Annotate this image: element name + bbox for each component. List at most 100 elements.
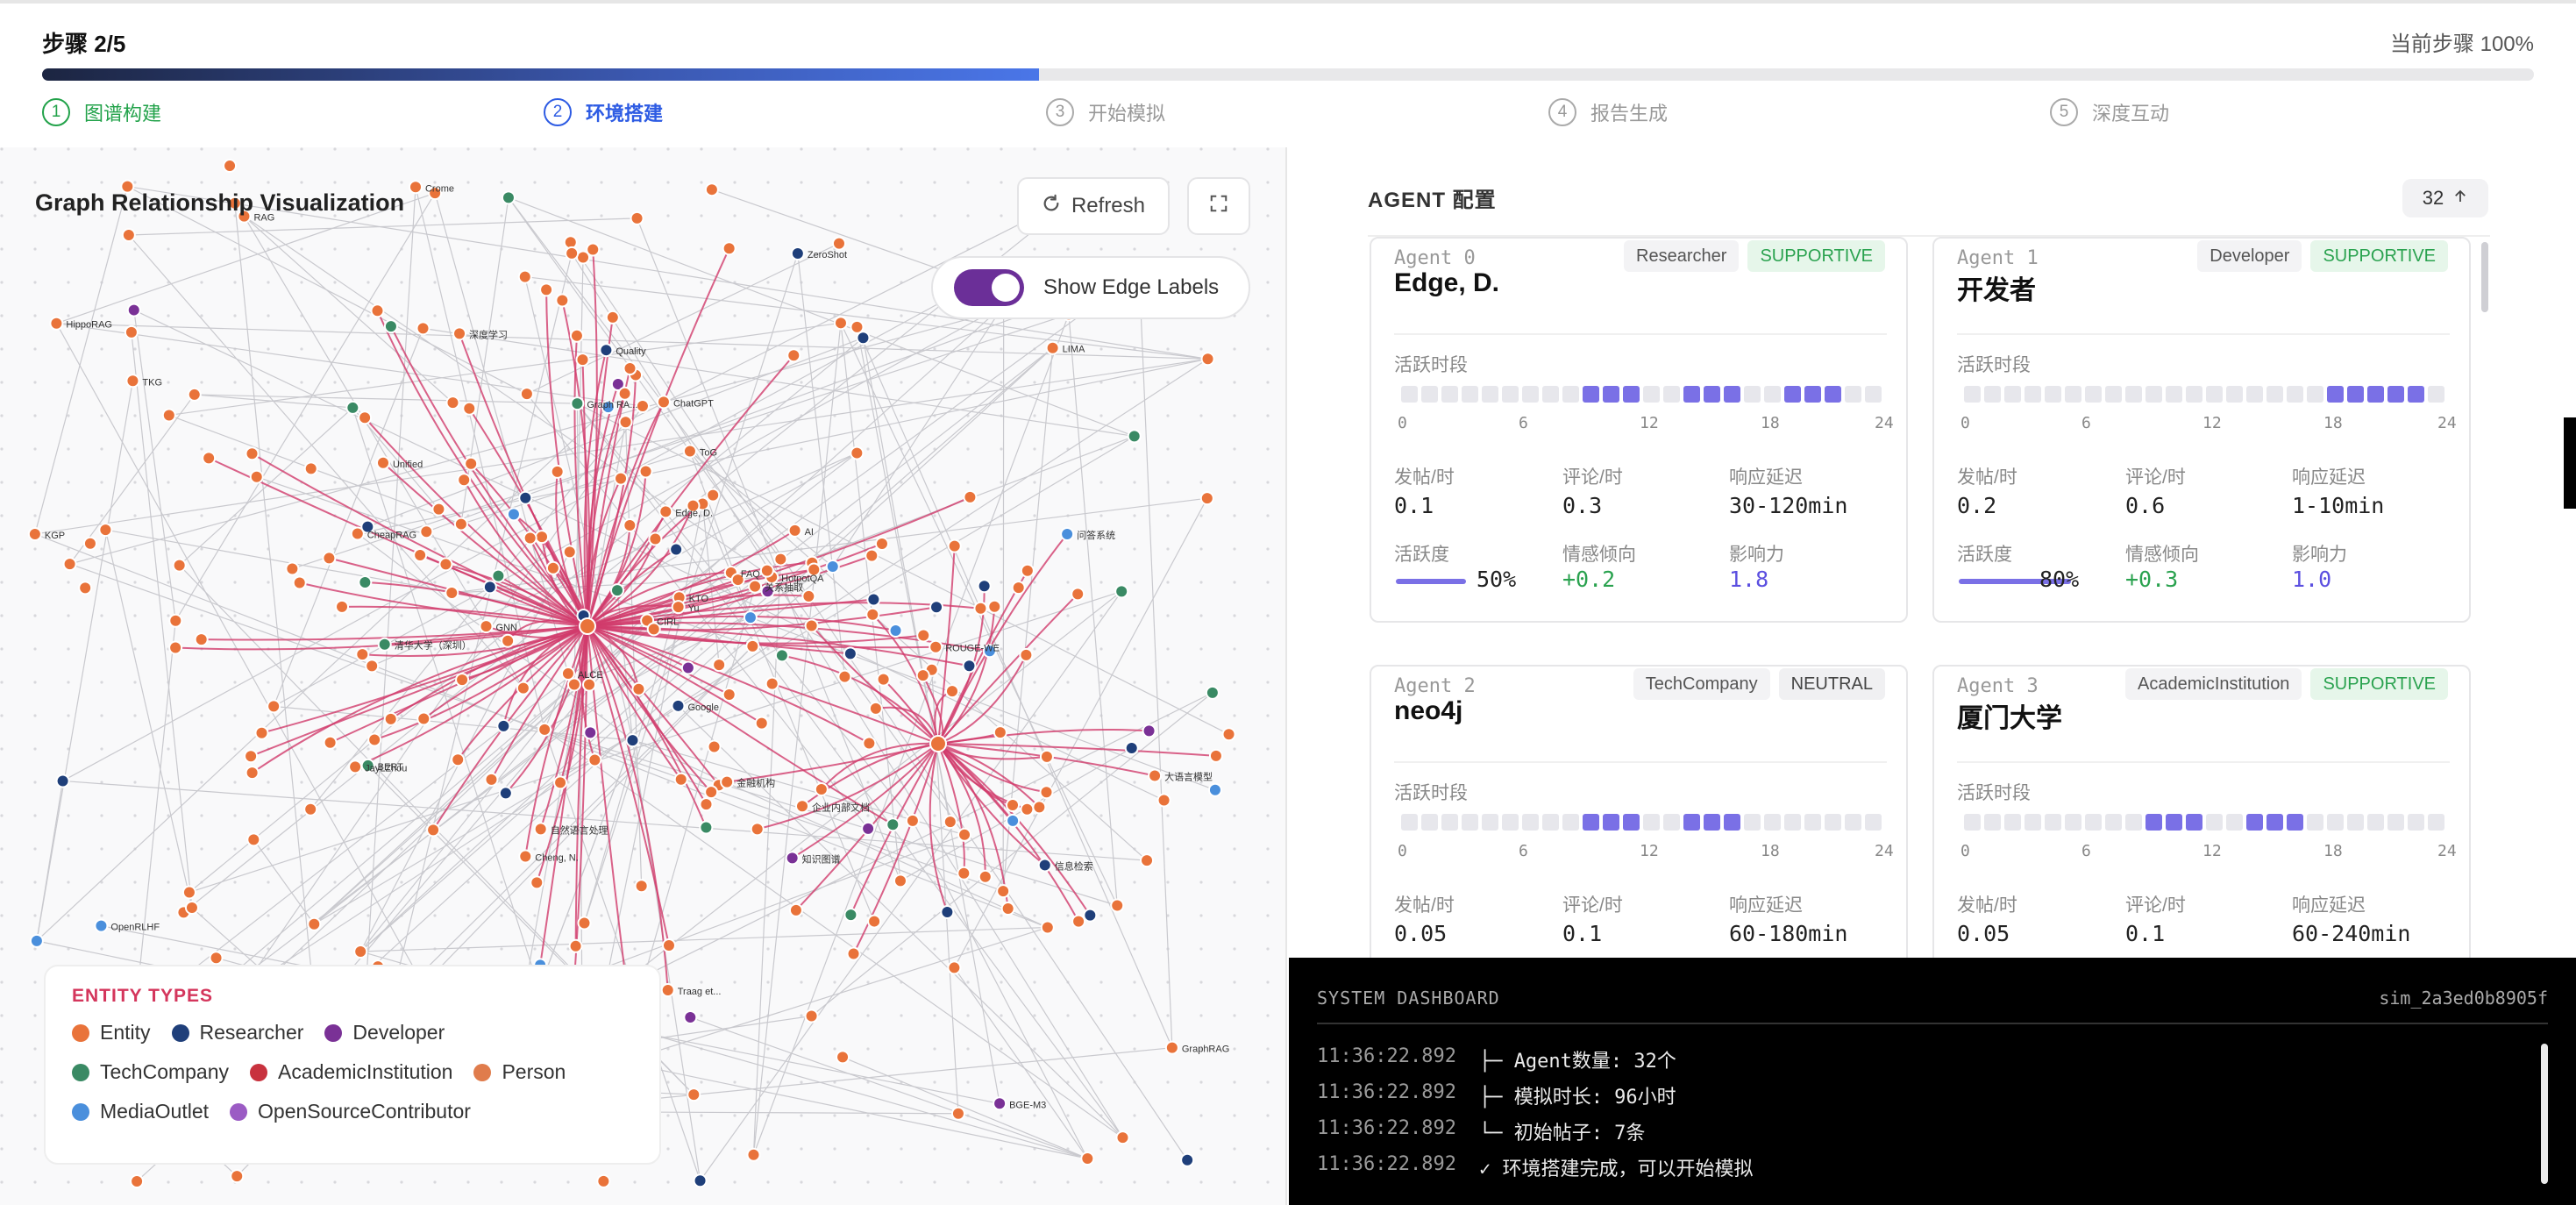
graph-node[interactable] xyxy=(560,667,575,681)
graph-node[interactable] xyxy=(519,387,534,402)
refresh-button[interactable]: Refresh xyxy=(1017,177,1170,235)
graph-node[interactable] xyxy=(596,1173,611,1188)
graph-node[interactable] xyxy=(605,310,620,324)
graph-node[interactable] xyxy=(482,580,497,595)
graph-node[interactable] xyxy=(535,530,550,545)
graph-node[interactable] xyxy=(555,293,570,308)
graph-node[interactable] xyxy=(874,536,889,551)
graph-node[interactable] xyxy=(754,716,769,731)
graph-node[interactable] xyxy=(365,659,380,674)
graph-node[interactable] xyxy=(1006,798,1021,813)
graph-node[interactable] xyxy=(455,673,470,688)
graph-node[interactable] xyxy=(957,827,972,842)
graph-node[interactable] xyxy=(786,348,801,363)
graph-node[interactable] xyxy=(445,396,460,410)
graph-node[interactable] xyxy=(929,639,943,654)
graph-node[interactable] xyxy=(587,752,602,767)
graph-node[interactable] xyxy=(743,610,758,625)
step-start-simulation[interactable]: 3 开始模拟 xyxy=(1046,98,1165,126)
graph-node[interactable] xyxy=(479,619,494,634)
graph-node[interactable] xyxy=(416,321,431,336)
graph-node[interactable] xyxy=(491,568,506,583)
graph-node[interactable] xyxy=(1180,1152,1195,1167)
graph-node[interactable] xyxy=(993,725,1007,740)
graph-node[interactable] xyxy=(1071,587,1085,602)
graph-node[interactable] xyxy=(124,324,139,339)
graph-node[interactable] xyxy=(660,982,675,997)
graph-node[interactable] xyxy=(886,817,900,832)
graph-node[interactable] xyxy=(671,698,686,713)
graph-node[interactable] xyxy=(825,559,840,574)
graph-node[interactable] xyxy=(445,586,459,601)
graph-node[interactable] xyxy=(506,507,521,522)
graph-node[interactable] xyxy=(530,875,544,890)
graph-node[interactable] xyxy=(464,456,479,471)
graph-node[interactable] xyxy=(348,759,363,774)
graph-node[interactable] xyxy=(1020,802,1035,816)
graph-node[interactable] xyxy=(517,269,532,284)
graph-node[interactable] xyxy=(209,951,224,966)
graph-node[interactable] xyxy=(765,676,779,691)
step-graph-build[interactable]: 1 图谱构建 xyxy=(42,98,161,126)
graph-node[interactable] xyxy=(973,601,988,616)
graph-node[interactable] xyxy=(804,1009,819,1023)
graph-node[interactable] xyxy=(78,581,93,595)
graph-node[interactable] xyxy=(358,410,373,425)
fullscreen-button[interactable] xyxy=(1187,177,1250,235)
graph-node[interactable] xyxy=(630,210,644,225)
graph-node[interactable] xyxy=(1156,793,1171,808)
graph-node[interactable] xyxy=(121,228,136,243)
graph-node[interactable] xyxy=(916,628,931,643)
graph-node[interactable] xyxy=(774,648,789,663)
graph-node[interactable] xyxy=(1208,748,1223,763)
graph-node[interactable] xyxy=(1140,853,1155,868)
graph-node[interactable] xyxy=(416,711,431,726)
graph-node[interactable] xyxy=(501,190,516,205)
graph-node[interactable] xyxy=(599,343,614,358)
graph-node[interactable] xyxy=(367,732,382,747)
graph-node[interactable] xyxy=(943,815,957,830)
graph-hub-node[interactable] xyxy=(579,617,596,635)
agent-card[interactable]: Agent 0 Edge, D. Researcher SUPPORTIVE 活跃时段 0… xyxy=(1370,237,1908,623)
graph-node[interactable] xyxy=(27,526,42,541)
graph-node[interactable] xyxy=(184,901,199,916)
graph-node[interactable] xyxy=(846,946,861,961)
graph-node[interactable] xyxy=(658,504,673,519)
graph-node[interactable] xyxy=(850,446,865,460)
edge-labels-toggle[interactable]: Show Edge Labels xyxy=(931,256,1250,319)
graph-node[interactable] xyxy=(773,552,788,567)
graph-node[interactable] xyxy=(996,884,1011,899)
graph-node[interactable] xyxy=(843,646,857,661)
graph-node[interactable] xyxy=(452,326,467,341)
graph-node[interactable] xyxy=(634,879,649,894)
graph-node[interactable] xyxy=(1142,724,1156,738)
graph-node[interactable] xyxy=(888,624,903,638)
graph-node[interactable] xyxy=(722,688,737,702)
graph-node[interactable] xyxy=(323,735,338,750)
graph-node[interactable] xyxy=(568,938,583,953)
graph-node[interactable] xyxy=(245,766,260,781)
graph-node[interactable] xyxy=(693,1173,708,1188)
graph-node[interactable] xyxy=(1200,352,1215,367)
graph-node[interactable] xyxy=(1039,785,1054,800)
graph-node[interactable] xyxy=(496,718,511,733)
graph-node[interactable] xyxy=(187,387,202,402)
graph-node[interactable] xyxy=(1040,920,1055,935)
graph-node[interactable] xyxy=(453,517,468,531)
graph-node[interactable] xyxy=(1020,563,1035,578)
graph-panel[interactable]: LLMRAGGraph RA...HotpotQAALCEGraphRAGKGP… xyxy=(0,147,1287,1205)
graph-node[interactable] xyxy=(303,461,318,476)
graph-node[interactable] xyxy=(1110,898,1125,913)
graph-node[interactable] xyxy=(375,455,390,470)
graph-node[interactable] xyxy=(1060,526,1075,541)
graph-node[interactable] xyxy=(748,579,763,594)
graph-node[interactable] xyxy=(426,823,441,838)
graph-node[interactable] xyxy=(413,548,428,563)
graph-node[interactable] xyxy=(570,396,585,411)
graph-node[interactable] xyxy=(223,159,238,174)
graph-node[interactable] xyxy=(1045,340,1060,355)
graph-node[interactable] xyxy=(244,749,259,764)
graph-node[interactable] xyxy=(1011,581,1026,595)
graph-node[interactable] xyxy=(553,775,568,790)
graph-node[interactable] xyxy=(230,1169,245,1184)
